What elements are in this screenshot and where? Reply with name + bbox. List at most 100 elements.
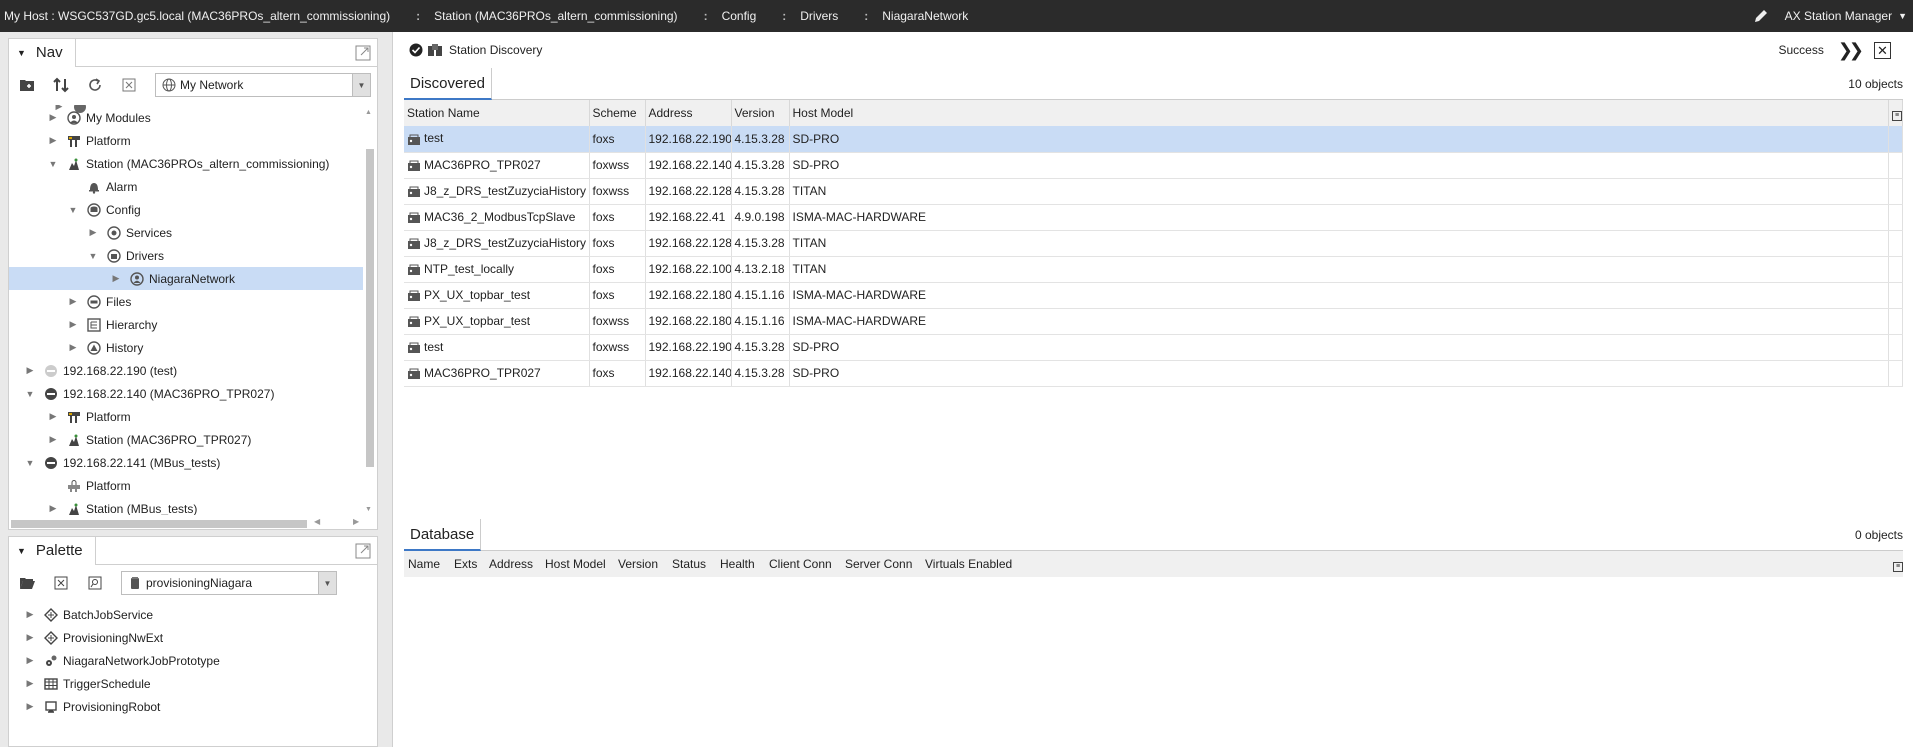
expand-arrow-icon[interactable]: ▶ (48, 434, 58, 445)
scrollbar-thumb[interactable] (11, 520, 307, 528)
nav-horizontal-scrollbar[interactable]: ◀ ▶ (9, 517, 377, 529)
table-row[interactable]: test foxwss 192.168.22.190 4.15.3.28 SD-PRO (404, 334, 1903, 361)
breadcrumb-drivers[interactable]: Drivers (796, 9, 842, 23)
tree-item-alarm[interactable]: Alarm (9, 175, 363, 198)
tree-item-station-3[interactable]: ▶ Station (MBus_tests) (9, 497, 363, 516)
expand-arrow-icon[interactable]: ▶ (68, 342, 78, 353)
pencil-icon[interactable] (1753, 8, 1769, 24)
table-row[interactable]: NTP_test_locally foxs 192.168.22.100 4.13.2… (404, 256, 1903, 283)
popout-icon[interactable] (355, 45, 371, 61)
tree-item-host-test[interactable]: ▶ 192.168.22.190 (test) (9, 359, 363, 382)
tree-item-host-mac36pro[interactable]: ▼ 192.168.22.140 (MAC36PRO_TPR027) (9, 382, 363, 405)
expand-arrow-icon[interactable]: ▶ (68, 296, 78, 307)
nav-vertical-scrollbar[interactable]: ▲ ▼ (365, 105, 375, 515)
nav-tab[interactable]: ▼ Nav (9, 38, 76, 67)
collapse-arrow-icon[interactable]: ▼ (68, 205, 78, 215)
column-chooser-icon[interactable]: ≡ (1889, 551, 1903, 577)
breadcrumb-station[interactable]: Station (MAC36PROs_altern_commissioning) (430, 9, 681, 23)
tree-item-history[interactable]: ▶ History (9, 336, 363, 359)
column-header[interactable]: Version (614, 551, 668, 577)
tree-item-host-mbus[interactable]: ▼ 192.168.22.141 (MBus_tests) (9, 451, 363, 474)
database-tab[interactable]: Database (404, 519, 482, 551)
tree-item-drivers[interactable]: ▼ Drivers (9, 244, 363, 267)
sync-arrows-icon[interactable] (51, 75, 71, 95)
collapse-arrow-icon[interactable]: ▼ (88, 251, 98, 261)
palette-item-provisioningnwext[interactable]: ▶ ProvisioningNwExt (9, 626, 363, 649)
module-select[interactable]: provisioningNiagara ▼ (121, 571, 337, 595)
expand-arrow-icon[interactable]: ▶ (48, 503, 58, 514)
network-select[interactable]: My Network ▼ (155, 73, 371, 97)
expand-arrow-icon[interactable]: ▶ (48, 112, 58, 123)
tree-item-hierarchy[interactable]: ▶ Hierarchy (9, 313, 363, 336)
expand-arrow-icon[interactable]: ▶ (25, 678, 35, 689)
find-icon[interactable] (85, 573, 105, 593)
expand-arrow-icon[interactable]: ▶ (25, 632, 35, 643)
tree-item-services[interactable]: ▶ Services (9, 221, 363, 244)
column-header[interactable]: Exts (450, 551, 485, 577)
palette-item-batchjobservice[interactable]: ▶ BatchJobService (9, 603, 363, 626)
close-box-icon[interactable] (119, 75, 139, 95)
palette-item-niagaranetworkjobprototype[interactable]: ▶ NiagaraNetworkJobPrototype (9, 649, 363, 672)
expand-arrow-icon[interactable]: ▶ (48, 411, 58, 422)
scroll-up-icon[interactable]: ▲ (365, 109, 372, 116)
tree-item-station-2[interactable]: ▶ Station (MAC36PRO_TPR027) (9, 428, 363, 451)
column-header[interactable]: Status (668, 551, 716, 577)
column-header[interactable]: Virtuals Enabled (921, 551, 1031, 577)
tree-item-platform-2[interactable]: ▶ Platform (9, 405, 363, 428)
collapse-arrow-icon[interactable]: ▼ (25, 389, 35, 399)
expand-arrow-icon[interactable]: ▶ (88, 227, 98, 238)
scroll-down-icon[interactable]: ▼ (365, 506, 372, 513)
breadcrumb-config[interactable]: Config (718, 9, 761, 23)
table-row[interactable]: J8_z_DRS_testZuzyciaHistory foxwss 192.168… (404, 178, 1903, 205)
collapse-arrow-icon[interactable]: ▼ (17, 546, 26, 556)
column-header[interactable]: Station Name (404, 100, 590, 126)
tree-item-my-modules[interactable]: ▶ My Modules (9, 106, 363, 129)
expand-arrow-icon[interactable]: ▶ (25, 609, 35, 620)
chevron-down-icon[interactable]: ▼ (318, 572, 336, 594)
open-folder-icon[interactable] (17, 573, 37, 593)
close-box-icon[interactable] (51, 573, 71, 593)
collapse-arrow-icon[interactable]: ▼ (48, 159, 58, 169)
column-header[interactable]: Scheme (589, 100, 646, 126)
discovered-tab[interactable]: Discovered (404, 68, 493, 100)
expand-arrow-icon[interactable]: ▶ (111, 273, 121, 284)
column-header[interactable]: Address (645, 100, 732, 126)
close-icon[interactable]: ✕ (1874, 41, 1891, 59)
chevron-down-icon[interactable]: ▼ (352, 74, 370, 96)
tree-item-niagaranetwork[interactable]: ▶ NiagaraNetwork (9, 267, 363, 290)
collapse-arrow-icon[interactable]: ▼ (25, 458, 35, 468)
new-folder-icon[interactable] (17, 75, 37, 95)
expand-arrow-icon[interactable]: ▶ (25, 701, 35, 712)
table-row[interactable]: PX_UX_topbar_test foxwss 192.168.22.180 4.1… (404, 308, 1903, 335)
column-header[interactable]: Server Conn (841, 551, 921, 577)
scrollbar-thumb[interactable] (366, 149, 374, 467)
column-header[interactable]: Address (485, 551, 541, 577)
table-row[interactable]: PX_UX_topbar_test foxs 192.168.22.180 4.15.… (404, 282, 1903, 309)
column-header[interactable]: Version (731, 100, 790, 126)
popout-icon[interactable] (355, 543, 371, 559)
table-row[interactable]: MAC36PRO_TPR027 foxs 192.168.22.140 4.15.3.… (404, 360, 1903, 387)
tree-item-platform[interactable]: ▶ Platform (9, 129, 363, 152)
column-header[interactable]: Name (404, 551, 450, 577)
tree-item-station[interactable]: ▼ Station (MAC36PROs_altern_commissionin… (9, 152, 363, 175)
column-header[interactable]: Host Model (789, 100, 1889, 126)
column-chooser-icon[interactable]: ≡ (1888, 100, 1903, 126)
palette-item-provisioningrobot[interactable]: ▶ ProvisioningRobot (9, 695, 363, 718)
table-row[interactable]: MAC36_2_ModbusTcpSlave foxs 192.168.22.41 4… (404, 204, 1903, 231)
table-row[interactable]: MAC36PRO_TPR027 foxwss 192.168.22.140 4.15.… (404, 152, 1903, 179)
palette-tab[interactable]: ▼ Palette (9, 536, 96, 565)
breadcrumb-niagaranetwork[interactable]: NiagaraNetwork (878, 9, 972, 23)
tree-item-files[interactable]: ▶ Files (9, 290, 363, 313)
collapse-arrow-icon[interactable]: ▼ (17, 48, 26, 58)
palette-item-triggerschedule[interactable]: ▶ TriggerSchedule (9, 672, 363, 695)
table-row[interactable]: J8_z_DRS_testZuzyciaHistory foxs 192.168.2… (404, 230, 1903, 257)
column-header[interactable]: Health (716, 551, 765, 577)
tree-item-platform-3[interactable]: Platform (9, 474, 363, 497)
double-chevron-right-icon[interactable]: ❯❯ (1838, 40, 1864, 61)
expand-arrow-icon[interactable]: ▶ (25, 365, 35, 376)
column-header[interactable]: Host Model (541, 551, 614, 577)
column-header[interactable]: Client Conn (765, 551, 841, 577)
breadcrumb-host[interactable]: My Host : WSGC537GD.gc5.local (MAC36PROs… (0, 9, 394, 23)
tree-item-config[interactable]: ▼ Config (9, 198, 363, 221)
view-selector[interactable]: AX Station Manager ▼ (1785, 9, 1907, 23)
